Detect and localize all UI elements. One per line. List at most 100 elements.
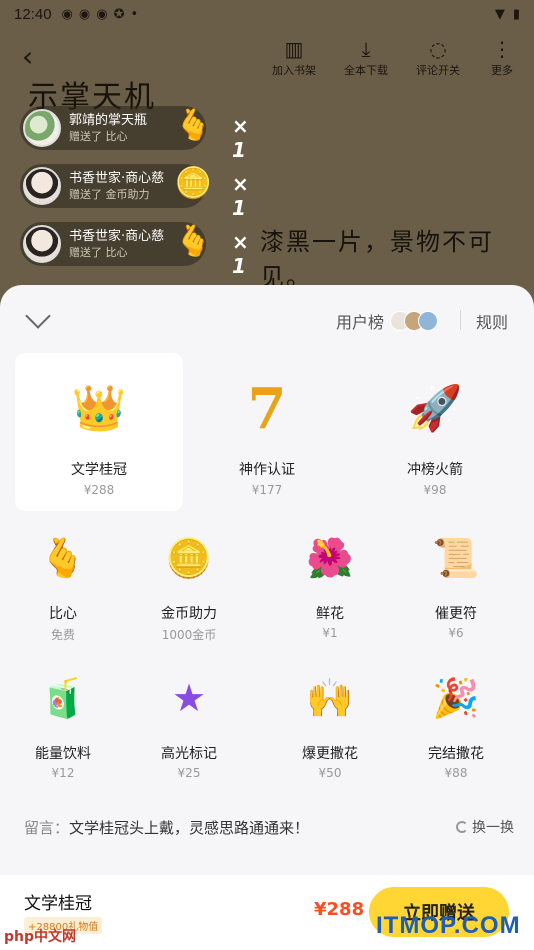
gift-item-coins[interactable]: 🪙 金币助力 1000金币 xyxy=(126,515,252,673)
more-button[interactable]: ⋮ 更多 xyxy=(472,36,532,78)
gift-item-flower[interactable]: 🌺 鲜花 ¥1 xyxy=(267,515,393,673)
avatar xyxy=(23,109,61,147)
dot-icon: • xyxy=(130,6,139,22)
avatar xyxy=(418,311,439,331)
rules-link[interactable]: 规则 xyxy=(476,309,508,333)
watermark-logo: php中文网 xyxy=(4,929,77,945)
heart-hand-icon: 🫰 xyxy=(174,224,212,259)
download-all-button[interactable]: ⤓ 全本下载 xyxy=(336,36,396,78)
gift-toast: 郭靖的掌天瓶 赠送了 比心 🫰 × 1 xyxy=(20,106,249,162)
gift-name: 鲜花 xyxy=(316,606,344,622)
drink-bottle-icon: 🧃 xyxy=(39,676,87,720)
message-label: 留言： xyxy=(24,819,70,837)
chapter-text-line: 漆黑一片，景物不可见。 xyxy=(260,228,494,291)
gift-item-confetti[interactable]: 🙌 爆更撒花 ¥50 xyxy=(267,655,393,813)
status-time: 12:40 xyxy=(14,5,52,23)
gift-item-trophy[interactable]: 7 神作认证 ¥177 xyxy=(183,353,351,511)
weibo-icon: ◉ xyxy=(78,6,91,22)
coins-icon: 🪙 xyxy=(174,166,212,201)
system-icons: ▼ ▮ xyxy=(495,7,520,22)
toast-count: × 1 xyxy=(232,172,249,220)
bookshelf-add-icon: ▥ xyxy=(284,37,304,61)
scroll-icon: 📜 xyxy=(432,536,480,580)
avatar xyxy=(23,225,61,263)
refresh-icon xyxy=(456,821,468,833)
toast-action: 赠送了 比心 xyxy=(69,246,128,259)
message-text: 文学桂冠头上戴，灵感思路通通来！ xyxy=(69,819,310,837)
selected-gift-name: 文学桂冠 xyxy=(24,894,92,914)
total-price: ¥288 xyxy=(314,899,365,920)
gift-name: 比心 xyxy=(49,606,77,622)
gift-price: ¥50 xyxy=(318,766,342,780)
gift-price: ¥6 xyxy=(448,626,464,640)
gift-sheet: 用户榜 规则 👑 文学桂冠 ¥288 7 神作认证 ¥177 🚀 冲榜火箭 ¥9… xyxy=(0,285,534,950)
gift-name: 完结撒花 xyxy=(428,746,484,762)
download-icon: ⤓ xyxy=(361,37,371,61)
gift-price: ¥98 xyxy=(423,483,447,497)
coins-icon: 🪙 xyxy=(165,536,213,580)
gift-item-star[interactable]: ★ 高光标记 ¥25 xyxy=(126,655,252,813)
sheet-header: 用户榜 规则 xyxy=(0,285,534,353)
comment-icon: ◌ xyxy=(429,37,447,61)
gift-toast: 书香世家·商心慈 赠送了 金币助力 🪙 × 1 xyxy=(20,164,249,220)
comment-toggle-label: 评论开关 xyxy=(416,64,460,77)
gift-item-rocket[interactable]: 🚀 冲榜火箭 ¥98 xyxy=(351,353,519,511)
gift-item-crown[interactable]: 👑 文学桂冠 ¥288 xyxy=(15,353,183,511)
gift-item-party[interactable]: 🎉 完结撒花 ¥88 xyxy=(393,655,519,813)
add-shelf-label: 加入书架 xyxy=(272,64,316,77)
toast-count: × 1 xyxy=(232,114,249,162)
add-shelf-button[interactable]: ▥ 加入书架 xyxy=(264,36,324,78)
gift-toast: 书香世家·商心慈 赠送了 比心 🫰 × 1 xyxy=(20,222,249,278)
rank-label: 用户榜 xyxy=(336,313,385,332)
refresh-label: 换一换 xyxy=(472,820,514,836)
avatar xyxy=(23,167,61,205)
refresh-message-button[interactable]: 换一换 xyxy=(456,817,514,837)
battery-icon: ▮ xyxy=(512,6,520,22)
flower-icon: 🌺 xyxy=(306,536,354,580)
chevron-down-icon[interactable] xyxy=(24,307,54,331)
back-button[interactable]: ‹ xyxy=(22,40,52,76)
party-popper-icon: 🎉 xyxy=(432,676,480,720)
gift-item-heart[interactable]: 🫰 比心 免费 xyxy=(0,515,126,673)
gift-name: 金币助力 xyxy=(161,606,217,622)
rocket-icon: 🚀 xyxy=(407,383,463,434)
weibo-icon: ◉ xyxy=(61,6,73,22)
confetti-hands-icon: 🙌 xyxy=(306,676,354,720)
watermark-logo: ITMOP.COM xyxy=(376,912,521,939)
toast-user: 书香世家·商心慈 xyxy=(69,229,165,244)
gift-item-scroll[interactable]: 📜 催更符 ¥6 xyxy=(393,515,519,673)
crown-icon: 👑 xyxy=(71,383,127,434)
gift-name: 能量饮料 xyxy=(35,746,91,762)
trophy-7-icon: 7 xyxy=(247,376,287,442)
notification-icons: ◉ ◉ ◉ ✪ • xyxy=(62,7,139,22)
gift-name: 爆更撒花 xyxy=(302,746,358,762)
gift-name: 高光标记 xyxy=(161,746,217,762)
toast-action: 赠送了 比心 xyxy=(69,130,128,143)
gift-price: 免费 xyxy=(50,628,75,642)
status-bar: 12:40 ◉ ◉ ◉ ✪ • ▼ ▮ xyxy=(0,0,534,28)
weibo-icon: ◉ xyxy=(96,6,108,22)
gift-price: ¥88 xyxy=(444,766,468,780)
more-vertical-icon: ⋮ xyxy=(492,37,512,61)
gift-name: 文学桂冠 xyxy=(71,462,127,478)
app-icon: ✪ xyxy=(113,6,125,22)
user-rank-link[interactable]: 用户榜 xyxy=(336,309,439,333)
gift-price: 1000金币 xyxy=(161,628,217,642)
heart-hand-icon: 🫰 xyxy=(174,108,212,143)
gift-name: 冲榜火箭 xyxy=(407,462,463,478)
download-all-label: 全本下载 xyxy=(344,64,388,77)
gift-item-drink[interactable]: 🧃 能量饮料 ¥12 xyxy=(0,655,126,813)
gift-price: ¥25 xyxy=(177,766,201,780)
more-label: 更多 xyxy=(491,64,513,77)
toast-count: × 1 xyxy=(232,230,249,278)
toast-user: 郭靖的掌天瓶 xyxy=(69,113,148,128)
toast-user: 书香世家·商心慈 xyxy=(69,171,165,186)
comment-toggle-button[interactable]: ◌ 评论开关 xyxy=(408,36,468,78)
gift-price: ¥12 xyxy=(51,766,75,780)
divider xyxy=(460,310,461,330)
gift-price: ¥1 xyxy=(322,626,338,640)
heart-hand-icon: 🫰 xyxy=(39,536,87,580)
star-icon: ★ xyxy=(171,676,207,720)
wifi-icon: ▼ xyxy=(494,6,505,22)
gift-name: 催更符 xyxy=(435,606,477,622)
